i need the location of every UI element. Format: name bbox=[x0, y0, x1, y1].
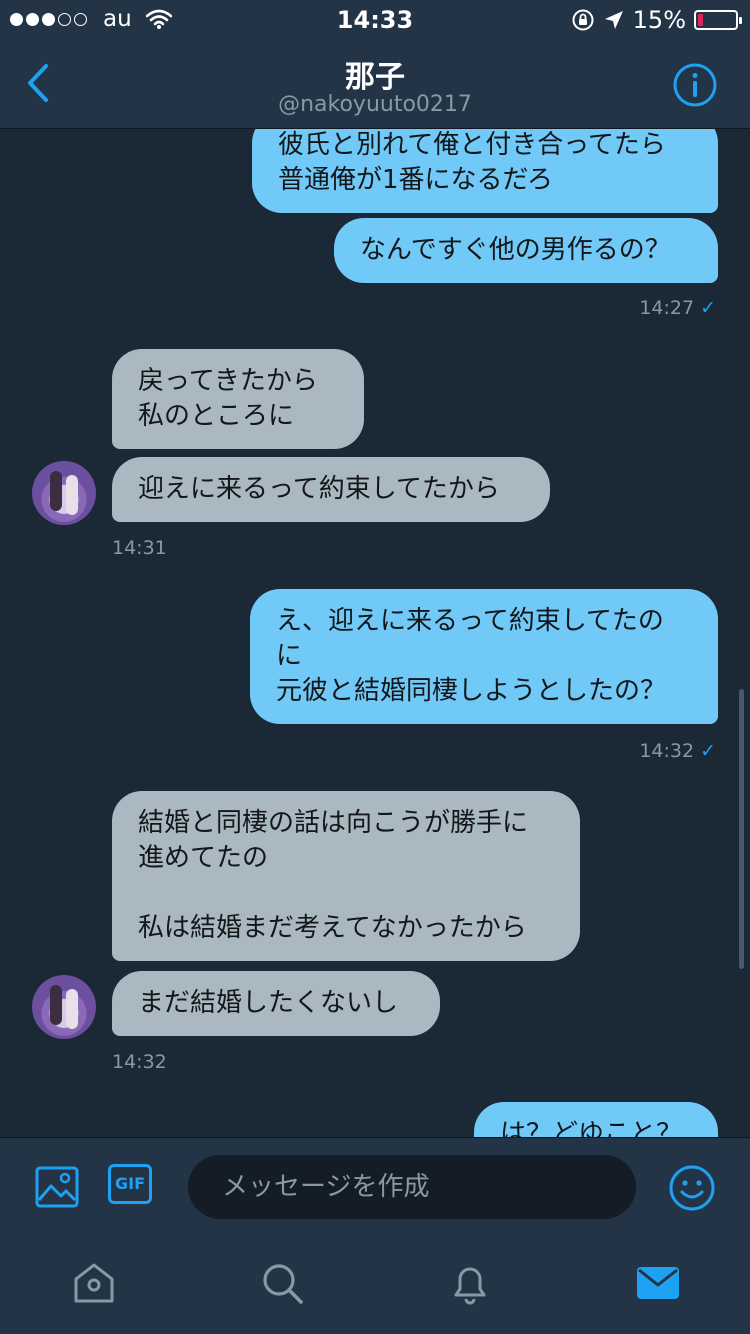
message-bubble-outgoing[interactable]: なんですぐ他の男作るの？ bbox=[334, 218, 718, 283]
tab-bar bbox=[0, 1239, 750, 1334]
image-icon[interactable] bbox=[34, 1164, 80, 1210]
status-bar: au 14:33 15% bbox=[0, 0, 750, 40]
message-timestamp: 14:32 bbox=[112, 1051, 167, 1073]
emoji-icon[interactable] bbox=[668, 1164, 716, 1212]
status-right: 15% bbox=[571, 6, 742, 34]
message-bubble-incoming[interactable]: 迎えに来るって約束してたから bbox=[112, 457, 550, 522]
message-bubble-outgoing[interactable]: え、迎えに来るって約束してたの に 元彼と結婚同棲しようとしたの？ bbox=[250, 589, 718, 724]
message-bubble-incoming[interactable]: まだ結婚したくないし bbox=[112, 971, 440, 1036]
message-bubble-outgoing[interactable]: は？どゆこと？ bbox=[474, 1102, 718, 1137]
battery-icon bbox=[694, 10, 742, 30]
messages-icon[interactable] bbox=[635, 1261, 681, 1305]
search-icon[interactable] bbox=[260, 1261, 304, 1305]
home-icon[interactable] bbox=[72, 1261, 116, 1305]
scrollbar[interactable] bbox=[739, 689, 744, 969]
notifications-icon[interactable] bbox=[448, 1261, 492, 1305]
message-input[interactable] bbox=[188, 1155, 636, 1219]
message-composer: GIF bbox=[0, 1137, 750, 1240]
location-arrow-icon bbox=[604, 11, 623, 29]
contact-avatar[interactable] bbox=[32, 461, 96, 525]
message-thread[interactable]: 彼氏と別れて俺と付き合ってたら 普通俺が1番になるだろ なんですぐ他の男作るの？… bbox=[0, 129, 750, 1137]
contact-handle[interactable]: @nakoyuuto0217 bbox=[0, 92, 750, 117]
message-timestamp: 14:32 ✓ bbox=[639, 740, 716, 762]
info-icon[interactable] bbox=[672, 62, 718, 108]
rotation-lock-icon bbox=[572, 9, 594, 31]
message-bubble-incoming[interactable]: 結婚と同棲の話は向こうが勝手に 進めてたの 私は結婚まだ考えてなかったから bbox=[112, 791, 580, 961]
gif-button[interactable]: GIF bbox=[108, 1164, 152, 1204]
battery-percent: 15% bbox=[632, 6, 686, 34]
message-timestamp: 14:27 ✓ bbox=[639, 297, 716, 319]
message-bubble-incoming[interactable]: 戻ってきたから 私のところに bbox=[112, 349, 364, 449]
read-check-icon: ✓ bbox=[700, 740, 716, 762]
contact-name[interactable]: 那子 bbox=[0, 52, 750, 96]
message-timestamp: 14:31 bbox=[112, 537, 167, 559]
read-check-icon: ✓ bbox=[700, 297, 716, 319]
conversation-header: 那子 @nakoyuuto0217 bbox=[0, 40, 750, 129]
contact-avatar[interactable] bbox=[32, 975, 96, 1039]
message-bubble-outgoing[interactable]: 彼氏と別れて俺と付き合ってたら 普通俺が1番になるだろ bbox=[252, 129, 718, 213]
